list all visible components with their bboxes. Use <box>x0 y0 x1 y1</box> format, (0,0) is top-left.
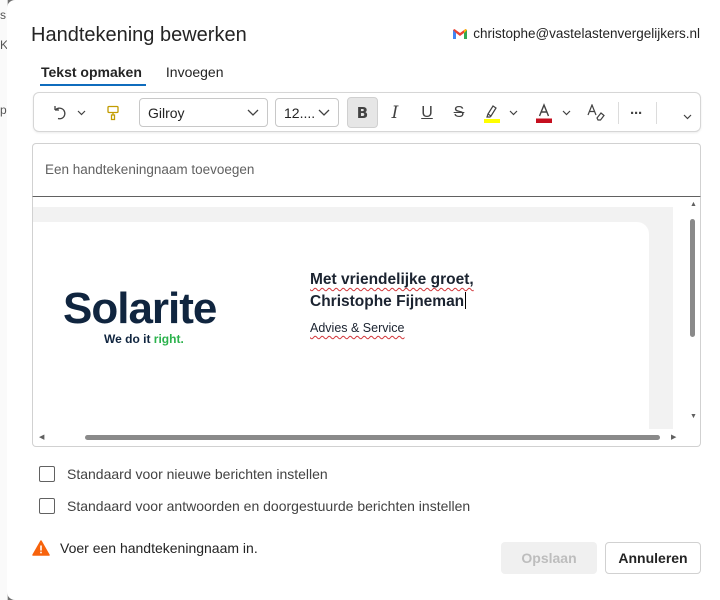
chevron-down-icon <box>247 109 259 116</box>
toolbar-divider <box>656 102 657 124</box>
format-toolbar: Gilroy 12.... B I U S ··· <box>33 92 701 132</box>
toolbar-expand-button[interactable] <box>680 103 694 131</box>
signature-editor[interactable]: Solarite We do it right. Met vriendelijk… <box>32 197 701 447</box>
default-replies-checkbox[interactable] <box>39 498 55 514</box>
format-painter-button[interactable] <box>100 99 126 127</box>
chevron-down-icon <box>77 110 85 116</box>
undo-button[interactable] <box>48 99 72 127</box>
account-indicator: christophe@vastelastenvergelijkers.nl <box>452 26 700 41</box>
chevron-down-icon <box>318 109 330 116</box>
highlight-dropdown[interactable] <box>506 99 520 127</box>
bold-button[interactable]: B <box>347 97 378 128</box>
clear-formatting-icon <box>587 104 605 121</box>
company-logo: Solarite <box>63 284 217 333</box>
default-replies-label: Standaard voor antwoorden en doorgestuur… <box>67 498 471 514</box>
italic-button[interactable]: I <box>383 99 407 127</box>
font-size-value: 12.... <box>284 104 316 121</box>
scroll-right-icon[interactable]: ▶ <box>671 433 676 441</box>
warning-icon <box>32 540 50 556</box>
signature-card: Solarite We do it right. Met vriendelijk… <box>33 222 649 432</box>
toolbar-divider <box>618 102 619 124</box>
signature-greeting[interactable]: Met vriendelijke groet, <box>310 269 474 291</box>
tagline-prefix: We do it <box>104 332 154 346</box>
save-button[interactable]: Opslaan <box>501 542 597 574</box>
font-color-dropdown[interactable] <box>559 99 573 127</box>
undo-icon <box>54 106 66 120</box>
vertical-scrollbar[interactable]: ▲ ▼ <box>686 197 700 432</box>
highlighter-icon <box>484 105 500 123</box>
font-color-icon <box>536 103 552 123</box>
underline-button[interactable]: U <box>415 99 439 127</box>
account-email: christophe@vastelastenvergelijkers.nl <box>473 26 700 41</box>
warning-text: Voer een handtekeningnaam in. <box>60 540 258 556</box>
horizontal-scrollbar[interactable]: ◀ ▶ <box>33 429 688 443</box>
background-letter: p <box>0 103 7 117</box>
validation-warning: Voer een handtekeningnaam in. <box>32 540 258 556</box>
default-new-option[interactable]: Standaard voor nieuwe berichten instelle… <box>39 466 328 482</box>
gmail-icon <box>452 28 468 40</box>
default-new-label: Standaard voor nieuwe berichten instelle… <box>67 466 328 482</box>
signature-role[interactable]: Advies & Service <box>310 321 404 335</box>
company-tagline: We do it right. <box>104 332 184 346</box>
signature-name[interactable]: Christophe Fijneman <box>310 291 467 313</box>
highlight-button[interactable] <box>479 99 505 127</box>
scroll-up-icon[interactable]: ▲ <box>690 201 697 208</box>
format-painter-icon <box>107 105 119 121</box>
ribbon-tabs: Tekst opmaken Invoegen <box>40 64 224 86</box>
tab-insert[interactable]: Invoegen <box>166 64 224 86</box>
vertical-scroll-thumb[interactable] <box>690 219 695 337</box>
chevron-down-icon <box>683 114 691 120</box>
font-color-button[interactable] <box>531 99 557 127</box>
scroll-down-icon[interactable]: ▼ <box>690 413 697 420</box>
dialog-title: Handtekening bewerken <box>31 24 247 46</box>
scroll-left-icon[interactable]: ◀ <box>39 433 44 441</box>
undo-dropdown[interactable] <box>74 99 88 127</box>
cancel-button[interactable]: Annuleren <box>605 542 701 574</box>
horizontal-scroll-thumb[interactable] <box>85 435 660 440</box>
edit-signature-dialog: Handtekening bewerken christophe@vastela… <box>7 0 720 600</box>
font-family-value: Gilroy <box>148 104 185 121</box>
default-new-checkbox[interactable] <box>39 466 55 482</box>
role-text: Advies & Service <box>310 321 405 335</box>
signature-name-input[interactable]: Een handtekeningnaam toevoegen <box>32 143 701 197</box>
font-family-select[interactable]: Gilroy <box>139 98 268 127</box>
default-replies-option[interactable]: Standaard voor antwoorden en doorgestuur… <box>39 498 470 514</box>
greeting-text: Met vriendelijke groet, <box>310 271 474 288</box>
background-letter: s <box>0 8 6 22</box>
tagline-accent: right. <box>153 332 184 346</box>
text-cursor <box>465 292 467 309</box>
font-size-select[interactable]: 12.... <box>275 98 339 127</box>
chevron-down-icon <box>509 110 517 116</box>
tab-text-format[interactable]: Tekst opmaken <box>40 64 146 86</box>
editor-canvas: Solarite We do it right. Met vriendelijk… <box>33 207 673 432</box>
chevron-down-icon <box>562 110 570 116</box>
clear-formatting-button[interactable] <box>583 99 609 127</box>
strikethrough-button[interactable]: S <box>447 99 471 127</box>
name-text: Christophe Fijneman <box>310 293 465 310</box>
more-options-button[interactable]: ··· <box>624 99 648 127</box>
